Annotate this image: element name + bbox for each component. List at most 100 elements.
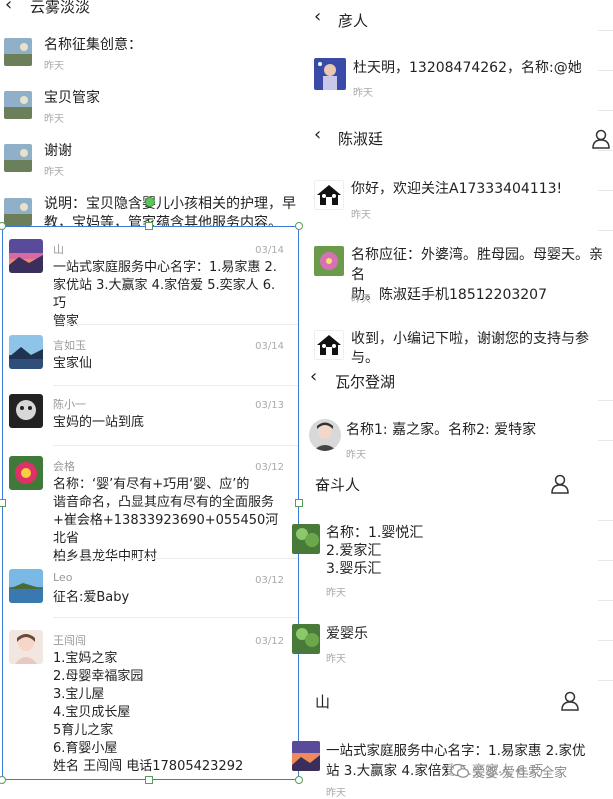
divider	[598, 560, 613, 561]
comment-date: 03/13	[255, 400, 284, 411]
commenter-name: 会格	[53, 460, 75, 473]
user-profile-icon[interactable]	[592, 129, 610, 149]
divider	[598, 190, 613, 191]
comment-text: 名称：‘婴’有尽有+巧用‘婴、应’的 谐音命名，凸显其应有尽有的全面服务 +崔会…	[53, 477, 279, 564]
comment-date: 03/12	[255, 575, 284, 586]
message-text: 你好，欢迎关注A17333404113!	[351, 181, 563, 197]
resize-handle[interactable]	[145, 222, 153, 230]
avatar	[9, 456, 43, 490]
message-time: 昨天	[326, 788, 346, 799]
comment-text: 宝妈的一站到底	[53, 415, 145, 430]
commenter-name: 山	[53, 243, 64, 256]
message-time: 昨天	[346, 450, 366, 461]
message-text: 名称：1.婴悦汇 2.爱家汇 3.婴乐汇	[326, 525, 424, 577]
divider	[598, 640, 613, 641]
divider	[598, 440, 613, 441]
avatar	[292, 624, 320, 654]
divider	[598, 600, 613, 601]
divider	[598, 30, 613, 31]
list-item[interactable]: 言如玉 03/14 宝家仙	[3, 325, 298, 385]
divider	[598, 70, 613, 71]
message-text: 名称1: 嘉之家。名称2: 爱特家	[346, 422, 537, 438]
message-text: 名称征集创意：	[44, 37, 142, 53]
avatar	[314, 246, 344, 276]
comment-text: 宝家仙	[53, 356, 93, 371]
selected-comment-card[interactable]: 山 03/14 一站式家庭服务中心名字：1.易家惠 2. 家优站 3.大赢家 4…	[2, 226, 299, 780]
avatar	[292, 524, 320, 554]
message-time: 昨天	[353, 88, 373, 99]
message-text: 杜天明，13208474262，名称:@她	[353, 60, 582, 76]
avatar	[4, 198, 32, 226]
resize-handle[interactable]	[295, 222, 303, 230]
comment-date: 03/12	[255, 636, 284, 647]
list-item[interactable]: 王闯闯 03/12 1.宝妈之家 2.母婴幸福家园 3.宝儿屋 4.宝贝成长屋 …	[3, 618, 298, 778]
comment-text: 1.宝妈之家 2.母婴幸福家园 3.宝儿屋 4.宝贝成长屋 5育儿之家 6.育婴…	[53, 651, 244, 774]
message-text: 爱婴乐	[326, 626, 368, 642]
chat-title-shan: 山	[315, 693, 331, 711]
commenter-name: 陈小一	[53, 398, 86, 411]
divider	[598, 150, 613, 151]
avatar	[9, 239, 43, 273]
comment-date: 03/14	[255, 245, 284, 256]
message-time: 昨天	[44, 114, 64, 125]
list-item[interactable]: 会格 03/12 名称：‘婴’有尽有+巧用‘婴、应’的 谐音命名，凸显其应有尽有…	[3, 446, 298, 564]
message-text: 名称应征：外婆湾。胜母园。母婴天。亲名 助。陈淑廷手机18512203207	[351, 247, 603, 303]
commenter-name: 言如玉	[53, 339, 86, 352]
divider	[598, 400, 613, 401]
chat-title-fendou: 奋斗人	[315, 476, 361, 494]
chat-title-yunwu: 云雾淡淡	[30, 0, 91, 16]
list-item[interactable]: Leo 03/12 征名:爱Baby	[3, 559, 298, 617]
resize-handle[interactable]	[295, 776, 303, 784]
avatar	[9, 394, 43, 428]
divider	[598, 230, 613, 231]
avatar	[9, 630, 43, 664]
resize-handle[interactable]	[0, 499, 6, 507]
message-time: 昨天	[351, 210, 371, 221]
divider	[598, 680, 613, 681]
avatar	[309, 419, 341, 451]
resize-handle[interactable]	[145, 776, 153, 784]
avatar	[4, 91, 32, 119]
watermark: 爱婴·爱佳家全家	[448, 760, 608, 782]
message-time: 昨天	[351, 294, 371, 305]
house-logo-icon	[314, 180, 344, 210]
resize-handle[interactable]	[295, 499, 303, 507]
commenter-name: 王闯闯	[53, 634, 86, 647]
comment-date: 03/12	[255, 462, 284, 473]
watermark-text: 爱婴·爱佳家全家	[472, 766, 568, 781]
message-time: 昨天	[44, 167, 64, 178]
wechat-icon	[450, 763, 470, 778]
commenter-name: Leo	[53, 571, 73, 584]
message-time: 昨天	[44, 61, 64, 72]
resize-handle[interactable]	[0, 776, 6, 784]
message-time: 昨天	[326, 654, 346, 665]
user-profile-icon[interactable]	[561, 691, 579, 711]
avatar	[314, 58, 346, 90]
house-logo-icon	[314, 330, 344, 360]
comment-text: 一站式家庭服务中心名字：1.易家惠 2. 家优站 3.大赢家 4.家倍爱 5.奕…	[53, 260, 277, 329]
back-arrow-icon[interactable]: ‹	[314, 124, 321, 145]
user-profile-icon[interactable]	[551, 474, 569, 494]
back-arrow-icon[interactable]: ‹	[5, 0, 12, 15]
comment-date: 03/14	[255, 341, 284, 352]
chat-title-yanren: 彦人	[338, 12, 369, 30]
message-text: 宝贝管家	[44, 90, 100, 106]
divider	[598, 520, 613, 521]
chat-title-chen: 陈淑廷	[338, 130, 384, 148]
avatar	[9, 335, 43, 369]
back-arrow-icon[interactable]: ‹	[314, 6, 321, 27]
back-arrow-icon[interactable]: ‹	[310, 366, 317, 387]
comment-text: 征名:爱Baby	[53, 590, 130, 605]
message-text: 收到，小编记下啦，谢谢您的支持与参与。	[351, 331, 589, 366]
message-time: 昨天	[326, 588, 346, 599]
chat-title-waer: 瓦尔登湖	[335, 373, 396, 391]
divider	[598, 110, 613, 111]
avatar	[292, 741, 320, 771]
message-text: 谢谢	[44, 143, 72, 159]
avatar	[9, 569, 43, 603]
list-item[interactable]: 山 03/14 一站式家庭服务中心名字：1.易家惠 2. 家优站 3.大赢家 4…	[3, 227, 298, 329]
avatar	[4, 38, 32, 66]
avatar	[4, 144, 32, 172]
list-item[interactable]: 陈小一 03/13 宝妈的一站到底	[3, 386, 298, 444]
rotate-handle[interactable]	[145, 197, 155, 207]
